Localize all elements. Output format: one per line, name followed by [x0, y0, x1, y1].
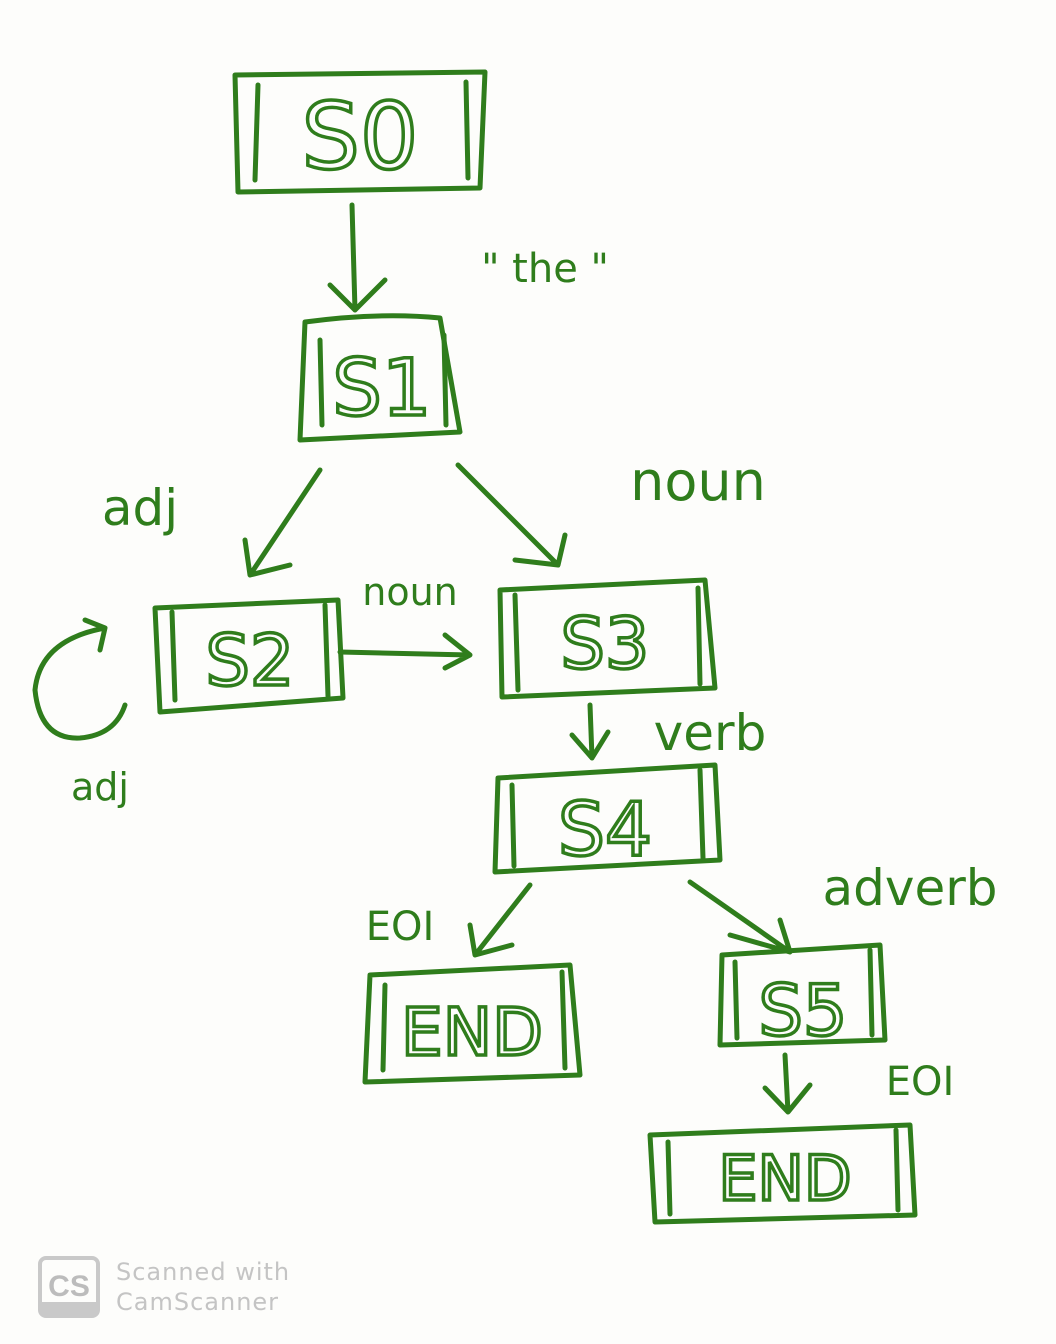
watermark-line-2: CamScanner	[116, 1288, 280, 1316]
edge-label: noun	[362, 570, 458, 614]
edge-label: " the "	[481, 246, 609, 292]
edge-label: EOI	[886, 1059, 955, 1105]
edge-s3-s4: verb	[569, 702, 767, 762]
node-label: S2	[206, 620, 295, 702]
node-s0: S0	[232, 69, 488, 195]
node-s4: S4	[492, 762, 723, 875]
watermark-line-1: Scanned with	[116, 1258, 291, 1286]
edge-s1-s3: noun	[455, 450, 766, 568]
node-label: S5	[759, 970, 848, 1052]
node-s3: S3	[497, 577, 718, 700]
edge-s2-self-loop: adj	[32, 617, 129, 809]
node-end-2: END	[647, 1122, 918, 1225]
edge-label: noun	[630, 450, 766, 513]
edge-s4-s5: adverb	[687, 859, 998, 955]
edge-s0-s1: " the "	[327, 202, 609, 313]
edge-label: EOI	[366, 904, 435, 950]
node-s5: S5	[717, 942, 888, 1054]
node-end-1: END	[362, 962, 583, 1085]
node-label: END	[401, 994, 543, 1071]
node-label: S1	[332, 344, 431, 434]
node-label: S4	[558, 787, 652, 873]
edge-s5-end: EOI	[762, 1052, 955, 1115]
node-s2: S2	[152, 597, 346, 715]
node-s1: S1	[297, 313, 463, 443]
edge-label: adj	[71, 765, 129, 809]
camscanner-logo: CS	[38, 1256, 100, 1318]
edge-s4-end: EOI	[366, 882, 533, 958]
node-label: END	[718, 1142, 851, 1215]
node-label: S0	[302, 83, 419, 190]
edge-s1-s2: adj	[102, 467, 323, 578]
node-label: S3	[561, 603, 650, 685]
edge-s2-s3: noun	[337, 570, 473, 671]
edge-label: adj	[102, 479, 178, 537]
state-diagram: S0 S1 S2 S3 S4 END S5 END " the " adj no…	[32, 69, 998, 1225]
edge-label: adverb	[822, 859, 997, 917]
edge-label: verb	[654, 704, 767, 762]
camscanner-watermark: CS Scanned with CamScanner	[38, 1256, 290, 1318]
